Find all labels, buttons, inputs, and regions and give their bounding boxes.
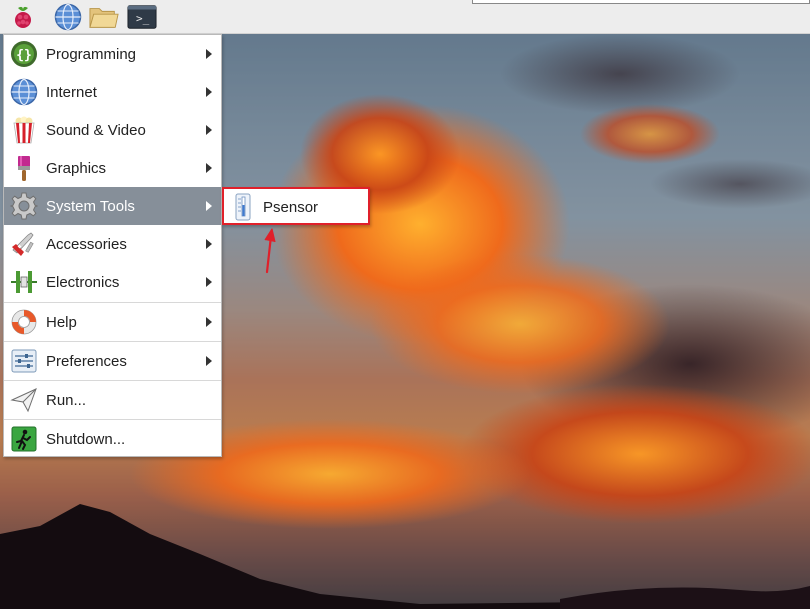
menu-item-label: System Tools bbox=[46, 197, 135, 215]
raspberry-menu-icon[interactable] bbox=[8, 2, 38, 32]
menu-item-label: Help bbox=[46, 313, 77, 331]
submenu-arrow-icon bbox=[206, 277, 212, 287]
thermometer-icon bbox=[234, 193, 252, 221]
swiss-knife-icon bbox=[9, 229, 39, 259]
menu-item-system-tools[interactable]: System Tools bbox=[4, 187, 221, 225]
submenu-arrow-icon bbox=[206, 49, 212, 59]
sliders-icon bbox=[9, 346, 39, 376]
menu-item-label: Sound & Video bbox=[46, 121, 146, 139]
submenu-arrow-icon bbox=[206, 125, 212, 135]
menu-item-preferences[interactable]: Preferences bbox=[4, 342, 221, 380]
submenu-item-psensor[interactable]: Psensor bbox=[224, 189, 368, 223]
panel-widget[interactable] bbox=[472, 0, 810, 4]
gear-icon bbox=[9, 191, 39, 221]
submenu-arrow-icon bbox=[206, 356, 212, 366]
submenu-arrow-icon bbox=[206, 87, 212, 97]
exit-icon bbox=[9, 424, 39, 454]
menu-item-run[interactable]: Run... bbox=[4, 381, 221, 419]
submenu-item-label: Psensor bbox=[263, 199, 319, 216]
programming-icon: {} bbox=[9, 39, 39, 69]
annotation-arrow-icon bbox=[264, 228, 276, 274]
menu-item-help[interactable]: Help bbox=[4, 303, 221, 341]
menu-item-label: Preferences bbox=[46, 352, 127, 370]
terminal-icon[interactable]: >_ bbox=[127, 2, 157, 32]
submenu-arrow-icon bbox=[206, 317, 212, 327]
menu-item-label: Graphics bbox=[46, 159, 107, 177]
menu-item-label: Programming bbox=[46, 45, 137, 63]
top-panel: >_ bbox=[0, 0, 810, 34]
lifebuoy-icon bbox=[9, 307, 39, 337]
submenu-arrow-icon bbox=[206, 163, 212, 173]
menu-item-graphics[interactable]: Graphics bbox=[4, 149, 221, 187]
menu-item-electronics[interactable]: Electronics bbox=[4, 263, 221, 301]
paintbrush-icon bbox=[9, 153, 39, 183]
terminal-prompt-glyph: >_ bbox=[136, 12, 150, 25]
menu-item-sound-video[interactable]: Sound & Video bbox=[4, 111, 221, 149]
file-manager-icon[interactable] bbox=[89, 2, 119, 32]
paper-plane-icon bbox=[9, 385, 39, 415]
menu-item-shutdown[interactable]: Shutdown... bbox=[4, 420, 221, 458]
submenu-arrow-icon bbox=[206, 201, 212, 211]
web-browser-icon[interactable] bbox=[53, 2, 83, 32]
svg-text:{}: {} bbox=[16, 48, 32, 63]
menu-item-accessories[interactable]: Accessories bbox=[4, 225, 221, 263]
electronics-icon bbox=[9, 267, 39, 297]
menu-item-label: Electronics bbox=[46, 273, 120, 291]
menu-item-label: Shutdown... bbox=[46, 430, 126, 448]
popcorn-icon bbox=[9, 115, 39, 145]
menu-item-label: Run... bbox=[46, 391, 87, 409]
menu-item-label: Accessories bbox=[46, 235, 127, 253]
submenu-arrow-icon bbox=[206, 239, 212, 249]
application-menu: {} Programming Internet Sound & Video Gr… bbox=[3, 34, 222, 457]
menu-item-internet[interactable]: Internet bbox=[4, 73, 221, 111]
menu-item-label: Internet bbox=[46, 83, 97, 101]
globe-icon bbox=[9, 77, 39, 107]
menu-item-programming[interactable]: {} Programming bbox=[4, 35, 221, 73]
system-tools-submenu: Psensor bbox=[222, 187, 370, 225]
